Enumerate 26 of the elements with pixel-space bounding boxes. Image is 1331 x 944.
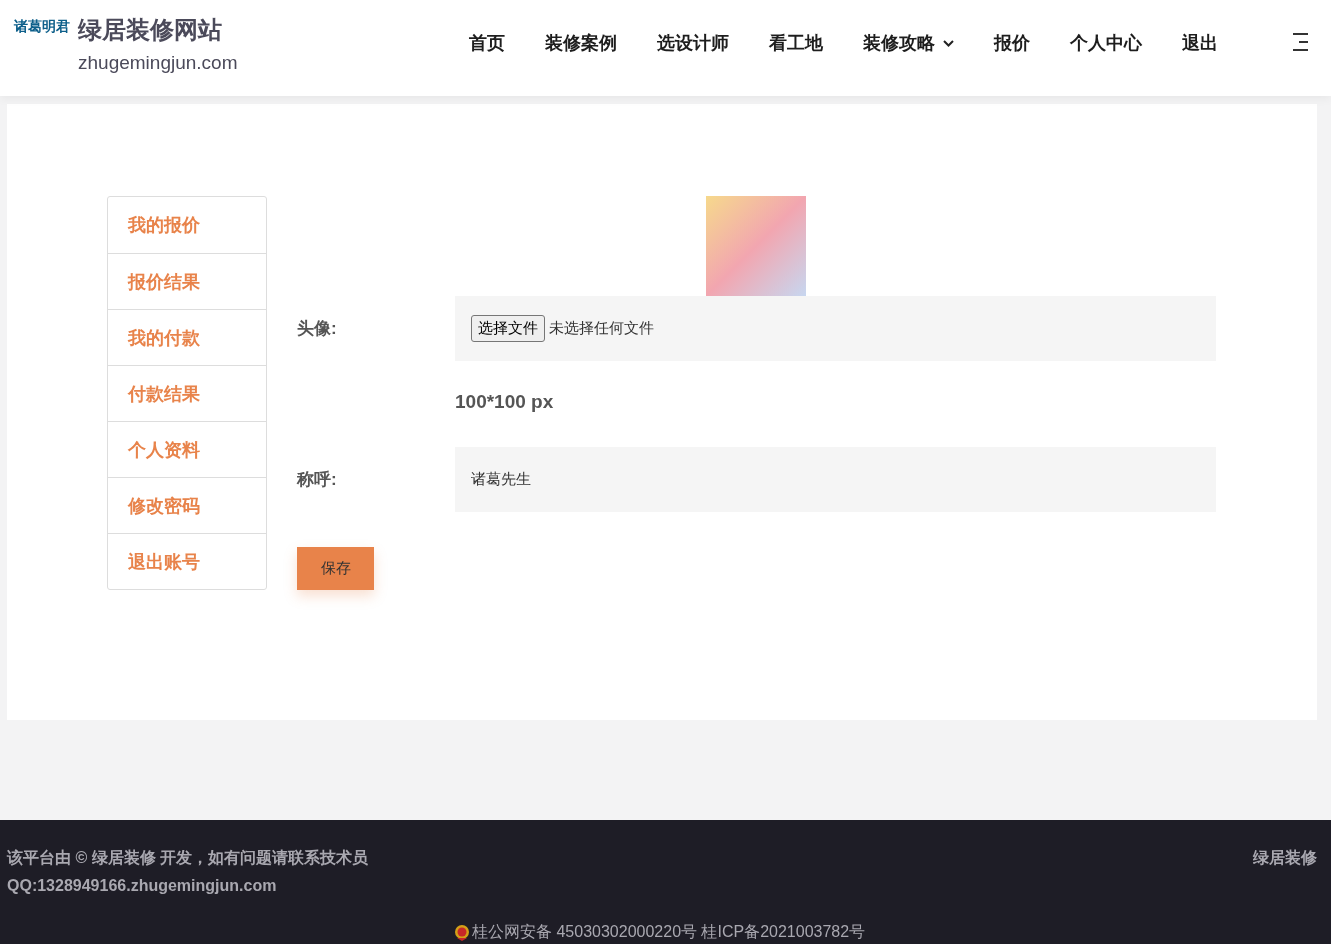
file-upload-field[interactable]: 选择文件 未选择任何文件 <box>455 296 1216 361</box>
name-label: 称呼: <box>297 469 338 491</box>
save-button[interactable]: 保存 <box>297 547 374 590</box>
nav-link[interactable]: 看工地 <box>769 31 824 55</box>
nav-link[interactable]: 报价 <box>994 31 1031 55</box>
size-hint: 100*100 px <box>455 391 555 413</box>
record-number-text: 桂公网安备 45030302000220号 桂ICP备2021003782号 <box>472 921 866 942</box>
nav-link[interactable]: 装修攻略 <box>863 31 955 55</box>
nav-link[interactable]: 选设计师 <box>657 31 730 55</box>
footer-contact: QQ:1328949166.zhugemingjun.com <box>7 876 278 896</box>
nav-link[interactable]: 个人中心 <box>1070 31 1143 55</box>
file-status-text: 未选择任何文件 <box>549 319 654 338</box>
brand-small-text: 诸葛明君 <box>14 18 70 36</box>
nav-link[interactable]: 首页 <box>469 31 506 55</box>
footer-copyright: 该平台由 © 绿居装修 开发，如有问题请联系技术员 <box>7 848 370 868</box>
menu-icon[interactable] <box>1293 33 1309 51</box>
footer-brand: 绿居装修 <box>1253 848 1317 868</box>
name-input-field[interactable]: 诸葛先生 <box>455 447 1216 512</box>
police-emblem-icon <box>454 923 470 941</box>
site-title: 绿居装修网站 <box>78 15 223 45</box>
choose-file-button[interactable]: 选择文件 <box>471 315 545 342</box>
nav-link[interactable]: 装修案例 <box>545 31 618 55</box>
avatar-label: 头像: <box>297 318 338 340</box>
nav-link[interactable]: 退出 <box>1182 31 1219 55</box>
site-domain: zhugemingjun.com <box>78 52 238 74</box>
chevron-down-icon <box>943 39 955 47</box>
